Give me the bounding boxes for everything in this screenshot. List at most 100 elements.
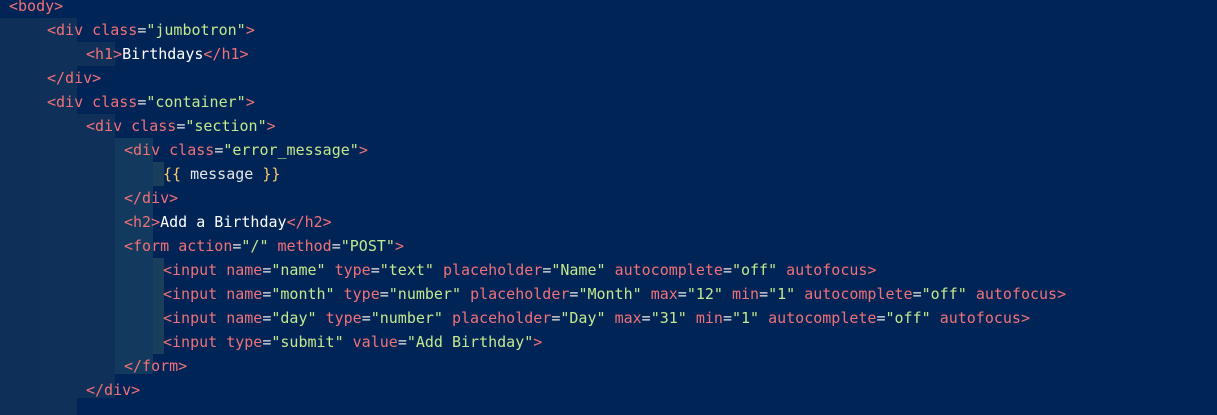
attr-token: autofocus bbox=[975, 285, 1058, 303]
string-token: "day" bbox=[271, 309, 317, 327]
tag-token: <input bbox=[163, 309, 218, 327]
attr-token: class bbox=[92, 93, 138, 111]
tag-token: > bbox=[533, 333, 543, 351]
tag-token: </div> bbox=[124, 189, 179, 207]
tag-token: <div bbox=[47, 93, 84, 111]
string-token: "Add Birthday" bbox=[406, 333, 534, 351]
code-line-13: <input name="month" type="number" placeh… bbox=[163, 285, 1067, 303]
string-token: "month" bbox=[271, 285, 335, 303]
attr-token: type bbox=[325, 309, 362, 327]
attr-token: name bbox=[226, 285, 263, 303]
code-line-7: <div class="error_message"> bbox=[124, 141, 368, 159]
code-line-17: </div> bbox=[86, 378, 140, 402]
code-line-15: <input type="submit" value="Add Birthday… bbox=[163, 333, 543, 351]
code-line-2: <div class="jumbotron"> bbox=[47, 21, 255, 39]
tag-token: </h1> bbox=[203, 45, 249, 63]
attr-token: type bbox=[343, 285, 380, 303]
string-token: "error_message" bbox=[223, 141, 359, 159]
indent-guide-level-0 bbox=[0, 18, 38, 415]
string-token: "/" bbox=[241, 237, 269, 255]
attr-token: autocomplete bbox=[768, 309, 877, 327]
attr-token: type bbox=[226, 333, 263, 351]
attr-token: method bbox=[277, 237, 332, 255]
tag-token: > bbox=[394, 237, 404, 255]
attr-token: autofocus bbox=[786, 261, 868, 279]
code-line-4: </div> bbox=[47, 66, 101, 90]
attr-token: class bbox=[131, 117, 177, 135]
attr-token: action bbox=[178, 237, 233, 255]
string-token: "off" bbox=[885, 309, 931, 327]
attr-token: autocomplete bbox=[804, 285, 913, 303]
text-token: Birthdays bbox=[122, 45, 204, 63]
tag-token: </h2> bbox=[286, 213, 332, 231]
code-line-5: <div class="container"> bbox=[47, 93, 255, 111]
string-token: "section" bbox=[185, 117, 267, 135]
tag-token: > bbox=[245, 93, 255, 111]
code-line-12: <input name="name" type="text" placehold… bbox=[163, 261, 877, 279]
tag-token: </div> bbox=[86, 381, 141, 399]
code-line-14: <input name="day" type="number" placehol… bbox=[163, 309, 1030, 327]
tag-token: <div bbox=[86, 117, 123, 135]
attr-token: placeholder bbox=[470, 285, 570, 303]
string-token: "1" bbox=[731, 309, 760, 327]
string-token: "off" bbox=[921, 285, 967, 303]
tag-token: <input bbox=[163, 333, 218, 351]
attr-token: value bbox=[352, 333, 398, 351]
attr-token: placeholder bbox=[452, 309, 552, 327]
text-token: Add a Birthday bbox=[160, 213, 287, 231]
attr-token: name bbox=[226, 309, 263, 327]
tag-token: <h1> bbox=[86, 45, 123, 63]
string-token: "Day" bbox=[560, 309, 606, 327]
attr-token: min bbox=[731, 285, 760, 303]
attr-token: max bbox=[650, 285, 678, 303]
code-editor[interactable]: <body> <div class="jumbotron"> <h1>Birth… bbox=[0, 0, 1217, 415]
string-token: "number" bbox=[370, 309, 443, 327]
string-token: "container" bbox=[146, 93, 246, 111]
attr-token: class bbox=[92, 21, 138, 39]
tag-token: <form bbox=[124, 237, 170, 255]
attr-token: placeholder bbox=[442, 261, 543, 279]
attr-token: max bbox=[614, 309, 642, 327]
tag-token: <body> bbox=[9, 0, 64, 15]
tag-token: <input bbox=[163, 261, 218, 279]
string-token: "name" bbox=[271, 261, 326, 279]
tag-token: <div bbox=[124, 141, 161, 159]
tag-token: > bbox=[1020, 309, 1030, 327]
tag-token: </div> bbox=[47, 69, 102, 87]
attr-token: autofocus bbox=[939, 309, 1021, 327]
attr-token: type bbox=[334, 261, 371, 279]
string-token: "off" bbox=[731, 261, 778, 279]
text-token: message bbox=[181, 165, 263, 183]
code-line-6: <div class="section"> bbox=[86, 117, 276, 135]
tag-token: <h2> bbox=[124, 213, 161, 231]
string-token: "number" bbox=[388, 285, 462, 303]
tag-token: <input bbox=[163, 285, 218, 303]
string-token: "1" bbox=[768, 285, 796, 303]
attr-token: name bbox=[226, 261, 263, 279]
string-token: "text" bbox=[379, 261, 434, 279]
code-line-8: {{ message }} bbox=[163, 162, 280, 186]
tag-token: > bbox=[266, 117, 276, 135]
string-token: "POST" bbox=[340, 237, 395, 255]
string-token: "submit" bbox=[271, 333, 344, 351]
tag-token: > bbox=[867, 261, 877, 279]
string-token: "Name" bbox=[551, 261, 606, 279]
tag-token: </form> bbox=[124, 357, 188, 375]
tag-token: > bbox=[1057, 285, 1067, 303]
code-line-1: <body> bbox=[9, 0, 63, 18]
code-line-10: <h2>Add a Birthday</h2> bbox=[124, 210, 332, 234]
code-line-11: <form action="/" method="POST"> bbox=[124, 237, 404, 255]
tag-token: > bbox=[245, 21, 255, 39]
tag-token: <div bbox=[47, 21, 84, 39]
string-token: "31" bbox=[650, 309, 687, 327]
attr-token: class bbox=[169, 141, 215, 159]
template-brace-token: }} bbox=[262, 165, 281, 183]
string-token: "Month" bbox=[578, 285, 642, 303]
code-line-3: <h1>Birthdays</h1> bbox=[86, 42, 249, 66]
string-token: "12" bbox=[686, 285, 723, 303]
template-brace-token: {{ bbox=[163, 165, 182, 183]
string-token: "jumbotron" bbox=[146, 21, 246, 39]
attr-token: autocomplete bbox=[614, 261, 723, 279]
code-line-16: </form> bbox=[124, 354, 187, 378]
tag-token: > bbox=[358, 141, 368, 159]
